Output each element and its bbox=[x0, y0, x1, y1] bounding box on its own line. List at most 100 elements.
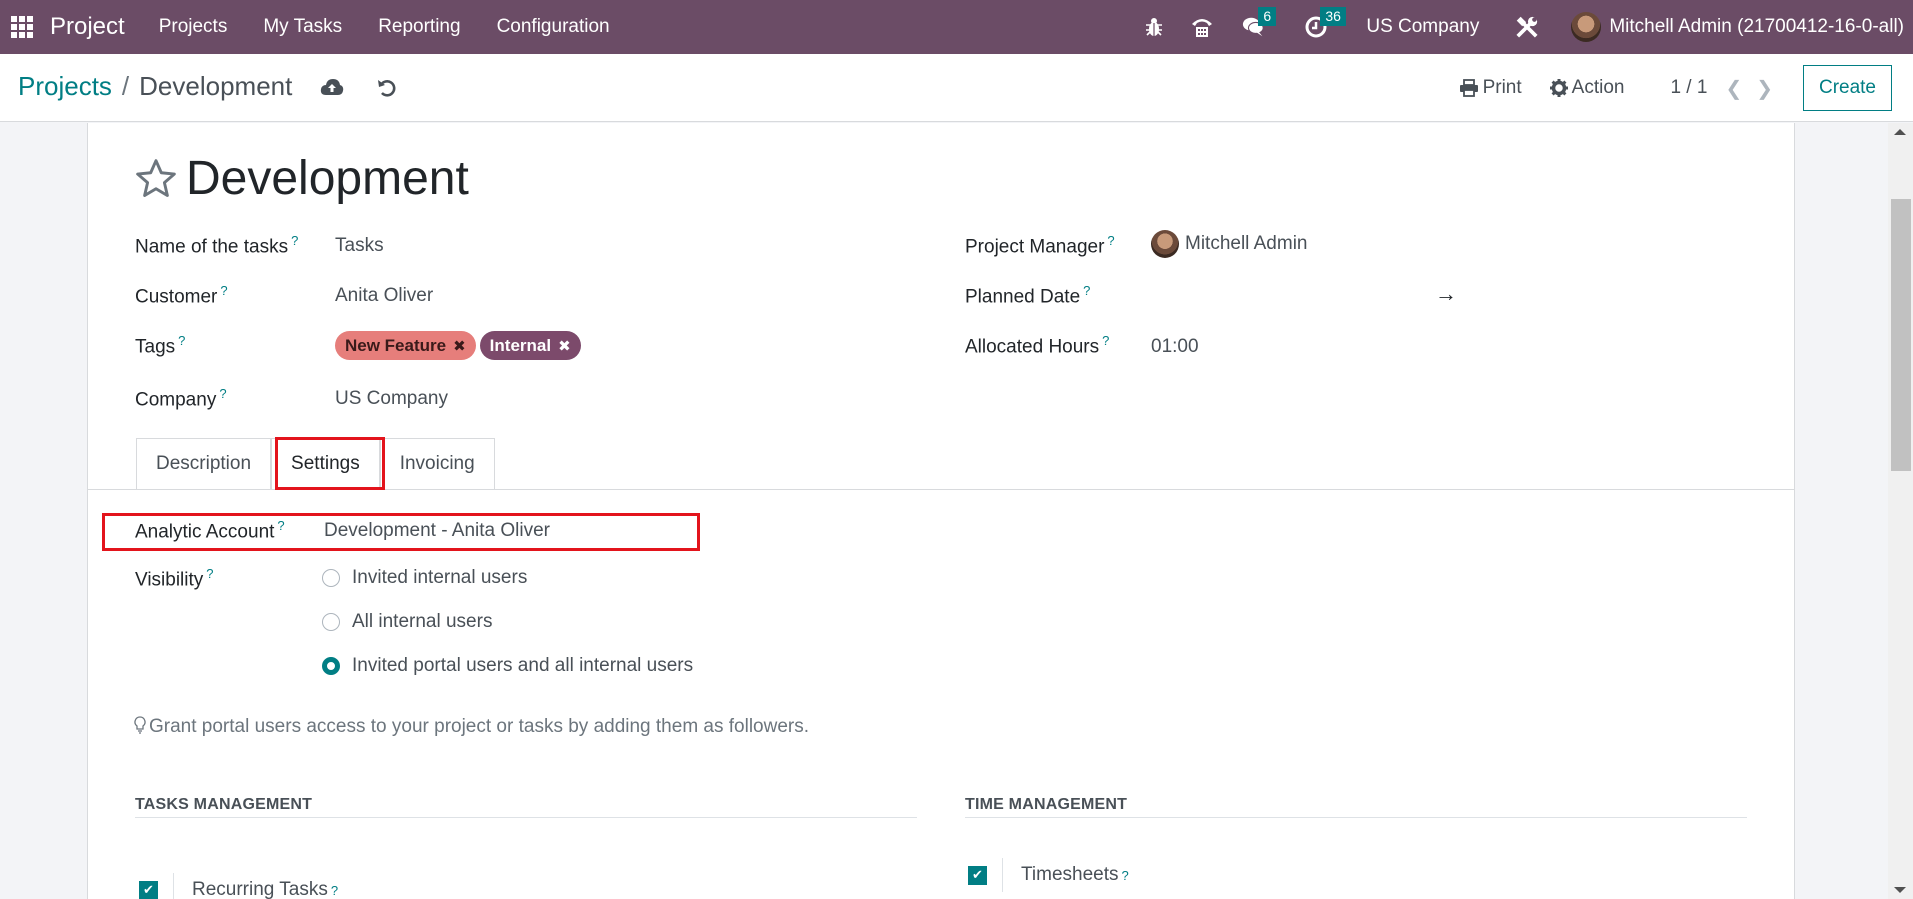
messages-badge: 6 bbox=[1258, 7, 1277, 26]
help-icon[interactable]: ? bbox=[206, 566, 213, 581]
help-icon[interactable]: ? bbox=[331, 883, 338, 898]
remove-tag-icon[interactable]: ✖ bbox=[453, 337, 466, 355]
label-analytic-account: Analytic Account? bbox=[135, 518, 285, 543]
recurring-tasks-checkbox[interactable]: ✔ bbox=[139, 880, 158, 899]
breadcrumb-separator: / bbox=[121, 71, 130, 101]
section-time-management: TIME MANAGEMENT bbox=[965, 796, 1128, 813]
pager-previous-icon[interactable]: ❮ bbox=[1725, 76, 1742, 101]
help-icon[interactable]: ? bbox=[277, 518, 284, 533]
recurring-tasks-label: Recurring Tasks bbox=[192, 879, 328, 899]
phone-icon[interactable] bbox=[1190, 15, 1214, 39]
section-tasks-management: TASKS MANAGEMENT bbox=[135, 796, 313, 813]
print-label: Print bbox=[1482, 77, 1522, 98]
messages-icon[interactable]: 6 bbox=[1242, 7, 1277, 39]
user-menu[interactable]: Mitchell Admin (21700412-16-0-all) bbox=[1571, 12, 1904, 42]
help-icon[interactable]: ? bbox=[178, 333, 185, 348]
menu-reporting[interactable]: Reporting bbox=[360, 16, 478, 38]
section-divider bbox=[965, 817, 1747, 818]
vertical-scrollbar[interactable] bbox=[1888, 123, 1913, 899]
field-tags[interactable]: New Feature ✖ Internal ✖ bbox=[335, 331, 585, 360]
label-tags: Tags? bbox=[135, 333, 186, 358]
action-button[interactable]: Action bbox=[1549, 77, 1625, 99]
lightbulb-icon bbox=[134, 716, 146, 734]
discard-undo-icon[interactable] bbox=[376, 77, 400, 99]
help-icon[interactable]: ? bbox=[1083, 283, 1090, 298]
app-brand[interactable]: Project bbox=[50, 13, 125, 41]
debug-bug-icon[interactable] bbox=[1142, 15, 1166, 39]
menu-configuration[interactable]: Configuration bbox=[479, 16, 628, 38]
favorite-star-icon[interactable] bbox=[134, 157, 178, 201]
field-company[interactable]: US Company bbox=[335, 388, 448, 410]
visibility-option-invited-internal[interactable]: Invited internal users bbox=[322, 567, 527, 589]
top-navbar: Project Projects My Tasks Reporting Conf… bbox=[0, 0, 1913, 54]
remove-tag-icon[interactable]: ✖ bbox=[558, 337, 571, 355]
pager-next-icon[interactable]: ❯ bbox=[1756, 76, 1773, 101]
activities-clock-icon[interactable]: 36 bbox=[1304, 7, 1346, 39]
create-button[interactable]: Create bbox=[1802, 65, 1892, 111]
menu-my-tasks[interactable]: My Tasks bbox=[245, 16, 360, 38]
label-project-manager: Project Manager? bbox=[965, 233, 1115, 258]
menu-projects[interactable]: Projects bbox=[141, 16, 246, 38]
record-title: Development bbox=[134, 151, 469, 206]
label-planned-date: Planned Date? bbox=[965, 283, 1091, 308]
radio-button[interactable] bbox=[322, 569, 340, 587]
field-analytic-account[interactable]: Development - Anita Oliver bbox=[324, 520, 550, 542]
tabs-divider bbox=[88, 489, 1794, 490]
apps-menu-icon[interactable] bbox=[11, 16, 33, 38]
systray: 6 36 US Company Mitchell Admin (21700412… bbox=[1130, 0, 1913, 54]
help-icon[interactable]: ? bbox=[1102, 333, 1109, 348]
help-icon[interactable]: ? bbox=[291, 233, 298, 248]
save-cloud-icon[interactable] bbox=[320, 77, 344, 99]
company-switcher[interactable]: US Company bbox=[1366, 16, 1479, 38]
help-icon[interactable]: ? bbox=[1122, 868, 1129, 883]
label-customer: Customer? bbox=[135, 283, 228, 308]
field-customer[interactable]: Anita Oliver bbox=[335, 285, 433, 307]
tab-settings[interactable]: Settings bbox=[271, 438, 380, 489]
action-label: Action bbox=[1571, 77, 1625, 98]
label-allocated-hours: Allocated Hours? bbox=[965, 333, 1110, 358]
scroll-thumb[interactable] bbox=[1891, 199, 1911, 471]
visibility-option-all-internal[interactable]: All internal users bbox=[322, 611, 492, 633]
form-sheet: Development Name of the tasks? Tasks Cus… bbox=[87, 123, 1795, 899]
activities-badge: 36 bbox=[1320, 7, 1346, 26]
field-allocated-hours[interactable]: 01:00 bbox=[1151, 336, 1199, 358]
tab-description[interactable]: Description bbox=[136, 438, 272, 489]
field-project-manager[interactable]: Mitchell Admin bbox=[1151, 230, 1308, 258]
breadcrumb-current: Development bbox=[139, 71, 293, 101]
user-avatar bbox=[1571, 12, 1602, 42]
project-name[interactable]: Development bbox=[186, 151, 469, 206]
help-icon[interactable]: ? bbox=[220, 283, 227, 298]
tools-icon[interactable] bbox=[1515, 15, 1539, 39]
notebook-tabs: Description Settings Invoicing bbox=[136, 438, 495, 489]
main-menu: Projects My Tasks Reporting Configuratio… bbox=[141, 16, 628, 38]
field-name-of-tasks[interactable]: Tasks bbox=[335, 235, 384, 257]
label-visibility: Visibility? bbox=[135, 566, 214, 591]
breadcrumb: Projects / Development bbox=[18, 71, 292, 102]
radio-button[interactable] bbox=[322, 613, 340, 631]
help-icon[interactable]: ? bbox=[219, 386, 226, 401]
user-name: Mitchell Admin (21700412-16-0-all) bbox=[1609, 16, 1904, 37]
visibility-hint: Grant portal users access to your projec… bbox=[134, 716, 809, 738]
manager-avatar bbox=[1151, 230, 1179, 258]
section-divider bbox=[135, 817, 917, 818]
radio-button-selected[interactable] bbox=[322, 657, 340, 675]
print-button[interactable]: Print bbox=[1459, 77, 1522, 99]
setting-recurring-tasks: ✔ Recurring Tasks? bbox=[139, 873, 338, 899]
breadcrumb-projects[interactable]: Projects bbox=[18, 71, 112, 102]
timesheets-checkbox[interactable]: ✔ bbox=[968, 865, 987, 885]
help-icon[interactable]: ? bbox=[1107, 233, 1114, 248]
print-icon bbox=[1459, 79, 1478, 97]
label-company: Company? bbox=[135, 386, 227, 411]
tag-new-feature: New Feature ✖ bbox=[335, 331, 476, 360]
tab-invoicing[interactable]: Invoicing bbox=[379, 438, 495, 489]
timesheets-label: Timesheets bbox=[1021, 864, 1119, 885]
control-panel-actions: Print Action 1 / 1 ❮ ❯ Create bbox=[1459, 54, 1913, 122]
control-panel: Projects / Development Print Action 1 / … bbox=[0, 54, 1913, 122]
planned-date-range-arrow-icon[interactable]: → bbox=[1435, 281, 1457, 307]
label-name-of-tasks: Name of the tasks? bbox=[135, 233, 299, 258]
visibility-option-portal-and-internal[interactable]: Invited portal users and all internal us… bbox=[322, 655, 693, 677]
scroll-up-arrow-icon[interactable] bbox=[1894, 129, 1906, 135]
scroll-down-arrow-icon[interactable] bbox=[1894, 887, 1906, 893]
pager-value[interactable]: 1 / 1 bbox=[1670, 77, 1707, 99]
setting-timesheets: ✔ Timesheets? bbox=[968, 858, 1129, 892]
